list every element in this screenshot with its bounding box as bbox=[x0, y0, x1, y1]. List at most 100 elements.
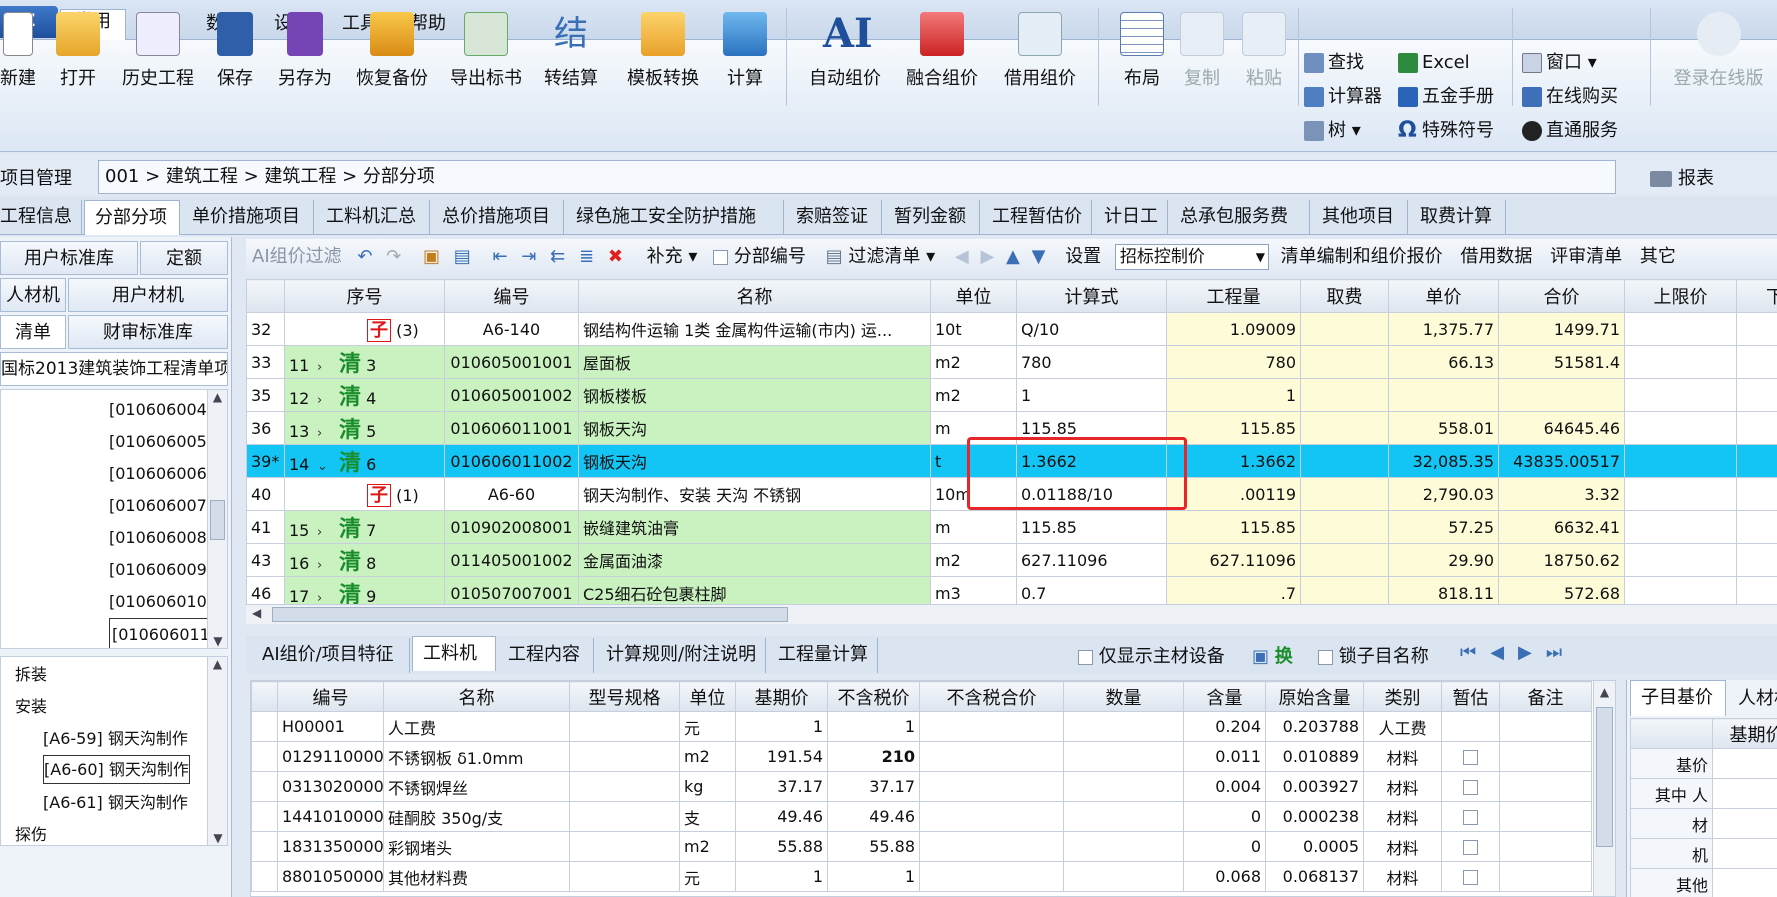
estimate-checkbox[interactable] bbox=[1463, 870, 1478, 885]
lock-name-toggle[interactable]: 锁子目名称 bbox=[1318, 642, 1429, 668]
expand-icon[interactable]: › bbox=[317, 426, 339, 441]
grid-cell[interactable] bbox=[1624, 477, 1737, 511]
main-material-checkbox[interactable] bbox=[1078, 649, 1093, 665]
grid-cell[interactable] bbox=[1624, 312, 1737, 346]
bill-list-button[interactable]: 清单 bbox=[0, 315, 66, 349]
material-vscrollbar[interactable]: ▲ bbox=[1593, 681, 1615, 896]
copy-button[interactable]: 复制 bbox=[1176, 6, 1228, 106]
audit-lib-button[interactable]: 财审标准库 bbox=[68, 315, 228, 349]
tab-unit-measures[interactable]: 单价措施项目 bbox=[182, 200, 314, 235]
material-cell[interactable]: 材料 bbox=[1363, 831, 1442, 862]
col-lower[interactable]: 下限 bbox=[1736, 279, 1777, 313]
merge-pricing-button[interactable]: 融合组价 bbox=[898, 6, 986, 106]
tab-estimated-price[interactable]: 工程暂估价 bbox=[982, 200, 1092, 235]
material-cell[interactable]: 1 bbox=[735, 711, 828, 742]
grid-hscrollbar[interactable]: ◀ bbox=[246, 604, 1777, 624]
grid-cell[interactable] bbox=[1624, 411, 1737, 445]
redo-icon[interactable]: ↷ bbox=[386, 246, 401, 267]
grid-cell[interactable]: A6-60 bbox=[444, 477, 579, 511]
material-cell[interactable]: 49.46 bbox=[827, 801, 920, 832]
material-cell[interactable] bbox=[251, 771, 278, 802]
material-cell[interactable] bbox=[569, 831, 680, 862]
material-cell[interactable] bbox=[251, 861, 278, 892]
mcol-remark[interactable]: 备注 bbox=[1499, 681, 1592, 712]
grid-cell[interactable] bbox=[1300, 378, 1389, 412]
other-link[interactable]: 其它 bbox=[1640, 246, 1676, 267]
open-button[interactable]: 打开 bbox=[48, 6, 108, 106]
tab-calc-rules[interactable]: 计算规则/附注说明 bbox=[596, 638, 766, 673]
direct-service-button[interactable]: 直通服务 bbox=[1522, 116, 1618, 146]
material-cell[interactable] bbox=[1063, 711, 1184, 742]
material-cell[interactable]: 55.88 bbox=[827, 831, 920, 862]
outdent-icon[interactable]: ⇇ bbox=[550, 246, 565, 267]
vscroll-thumb[interactable] bbox=[1596, 707, 1613, 847]
user-material-button[interactable]: 用户材机 bbox=[68, 278, 228, 312]
tree-node-tanshang[interactable]: 探伤 bbox=[15, 819, 47, 845]
material-cell[interactable] bbox=[1063, 831, 1184, 862]
insert-icon[interactable]: ▣ bbox=[423, 246, 440, 267]
grid-cell[interactable]: 29.90 bbox=[1388, 543, 1499, 577]
grid-cell[interactable]: 16 › 清 8 bbox=[284, 543, 445, 577]
material-cell[interactable] bbox=[1441, 831, 1500, 862]
grid-cell[interactable]: 558.01 bbox=[1388, 411, 1499, 445]
material-cell[interactable] bbox=[1499, 711, 1592, 742]
expand-icon[interactable]: › bbox=[317, 393, 339, 408]
material-cell[interactable]: 0 bbox=[1183, 831, 1266, 862]
grid-cell[interactable]: 子 (1) bbox=[284, 477, 445, 511]
material-cell[interactable]: 人工费 bbox=[383, 711, 570, 742]
grid-cell[interactable] bbox=[1736, 312, 1777, 346]
material-cell[interactable]: 88010500001 bbox=[277, 861, 384, 892]
material-cell[interactable] bbox=[1063, 771, 1184, 802]
grid-cell[interactable]: 51581.4 bbox=[1498, 345, 1625, 379]
side-row-value[interactable] bbox=[1712, 778, 1777, 809]
material-cell[interactable] bbox=[1063, 861, 1184, 892]
material-cell[interactable]: 0.068 bbox=[1183, 861, 1266, 892]
grid-cell[interactable] bbox=[1624, 345, 1737, 379]
grid-cell[interactable]: 57.25 bbox=[1388, 510, 1499, 544]
tab-other-items[interactable]: 其他项目 bbox=[1312, 200, 1408, 235]
estimate-checkbox[interactable] bbox=[1463, 780, 1478, 795]
grid-cell[interactable]: m2 bbox=[930, 543, 1017, 577]
delete-icon[interactable]: ✖ bbox=[608, 246, 623, 267]
mcol-name[interactable]: 名称 bbox=[383, 681, 570, 712]
grid-cell[interactable]: 1499.71 bbox=[1498, 312, 1625, 346]
table-row[interactable]: 35 12 › 清 4 010605001002 钢板楼板 m2 1 1 bbox=[246, 378, 1777, 412]
material-cell[interactable] bbox=[1441, 771, 1500, 802]
tab-provisional-sum[interactable]: 暂列金额 bbox=[884, 200, 980, 235]
material-cell[interactable] bbox=[251, 801, 278, 832]
col-seq[interactable]: 序号 bbox=[284, 279, 445, 313]
code-tree-item[interactable]: [010606011 bbox=[109, 618, 213, 648]
material-cell[interactable] bbox=[919, 861, 1064, 892]
grid-cell[interactable]: 011405001002 bbox=[444, 543, 579, 577]
login-online-button[interactable]: 登录在线版 bbox=[1660, 6, 1777, 106]
grid-cell[interactable]: Q/10 bbox=[1016, 312, 1167, 346]
scroll-thumb[interactable] bbox=[210, 500, 225, 540]
material-cell[interactable]: 01291100009 bbox=[277, 741, 384, 772]
history-button[interactable]: 历史工程 bbox=[118, 6, 198, 106]
grid-cell[interactable]: 41 bbox=[246, 510, 285, 544]
grid-cell[interactable]: 780 bbox=[1166, 345, 1301, 379]
material-cell[interactable] bbox=[1499, 861, 1592, 892]
material-cell[interactable]: 0.003927 bbox=[1265, 771, 1364, 802]
material-cell[interactable]: 0.068137 bbox=[1265, 861, 1364, 892]
tab-project-info[interactable]: 工程信息 bbox=[0, 200, 82, 235]
grid-cell[interactable]: .00119 bbox=[1166, 477, 1301, 511]
arrow-right-icon[interactable]: ▶ bbox=[980, 246, 994, 267]
side-row-value[interactable] bbox=[1712, 838, 1777, 869]
material-cell[interactable]: 硅酮胶 350g/支 bbox=[383, 801, 570, 832]
material-cell[interactable] bbox=[1499, 771, 1592, 802]
restore-backup-button[interactable]: 恢复备份 bbox=[350, 6, 434, 106]
grid-cell[interactable]: 1 bbox=[1166, 378, 1301, 412]
tab-material-summary[interactable]: 工料机汇总 bbox=[316, 200, 430, 235]
material-cell[interactable]: 37.17 bbox=[735, 771, 828, 802]
material-cell[interactable]: 不锈钢焊丝 bbox=[383, 771, 570, 802]
grid-cell[interactable]: 0.7 bbox=[1016, 576, 1167, 604]
code-tree-item[interactable]: [010606008 bbox=[109, 522, 213, 554]
grid-cell[interactable]: 18750.62 bbox=[1498, 543, 1625, 577]
grid-cell[interactable] bbox=[1736, 444, 1777, 478]
scroll-up-icon[interactable]: ▲ bbox=[208, 657, 227, 671]
new-button[interactable]: 新建 bbox=[0, 6, 36, 106]
material-cell[interactable]: 元 bbox=[679, 861, 736, 892]
bill-compile-link[interactable]: 清单编制和组价报价 bbox=[1281, 246, 1443, 267]
grid-cell[interactable]: 15 › 清 7 bbox=[284, 510, 445, 544]
